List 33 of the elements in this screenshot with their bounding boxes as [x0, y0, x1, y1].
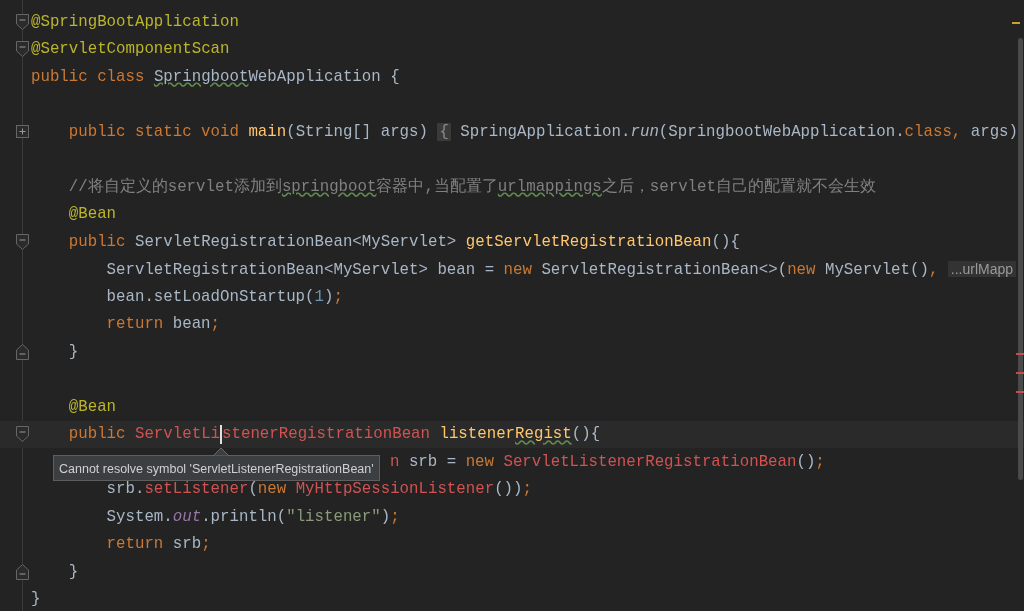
code-line: }	[31, 589, 41, 610]
code-line: n srb = new ServletListenerRegistrationBean();	[390, 451, 825, 472]
fold-icon[interactable]	[16, 13, 29, 30]
code-line: public static void main(String[] args) { SpringApplication.run(SpringbootWebApplication.class, args)	[68, 121, 1019, 142]
code-line: public class SpringbootWebApplication {	[31, 66, 400, 87]
error-stripe-mark	[1016, 353, 1024, 355]
code-line: srb.setListener(new MyHttpSessionListener());	[106, 479, 532, 500]
fold-icon[interactable]	[16, 233, 29, 250]
scrollbar[interactable]	[1018, 38, 1023, 480]
code-line: ServletRegistrationBean<MyServlet> bean = new ServletRegistrationBean<>(new MyServlet(), ...urlMapp	[106, 258, 1017, 280]
code-line: @Bean	[68, 396, 117, 417]
expand-icon[interactable]	[16, 125, 29, 139]
code-line: return srb;	[106, 534, 211, 555]
code-line: @ServletComponentScan	[31, 39, 230, 60]
error-stripe-mark	[1016, 372, 1024, 374]
fold-icon[interactable]	[16, 563, 29, 580]
text-caret	[220, 424, 223, 444]
code-line: bean.setLoadOnStartup(1);	[106, 286, 343, 307]
code-line: }	[68, 341, 79, 362]
tooltip-pointer-icon	[213, 447, 229, 456]
fold-icon[interactable]	[16, 343, 29, 360]
error-stripe-mark	[1012, 22, 1020, 24]
code-line: return bean;	[106, 314, 221, 335]
code-line: @SpringBootApplication	[31, 11, 239, 32]
code-line: System.out.println("listener");	[106, 506, 400, 527]
fold-icon[interactable]	[16, 426, 29, 443]
code-line: }	[68, 561, 79, 582]
code-line: @Bean	[68, 204, 117, 225]
fold-icon[interactable]	[16, 41, 29, 58]
code-line: //将自定义的servlet添加到springboot容器中,当配置了urlmappings之后，servlet自己的配置就不会生效	[68, 176, 876, 197]
code-line: public ServletListenerRegistrationBean listenerRegist(){	[68, 424, 601, 445]
error-stripe-mark	[1016, 391, 1024, 393]
code-line: public ServletRegistrationBean<MyServlet> getServletRegistrationBean(){	[68, 231, 740, 252]
